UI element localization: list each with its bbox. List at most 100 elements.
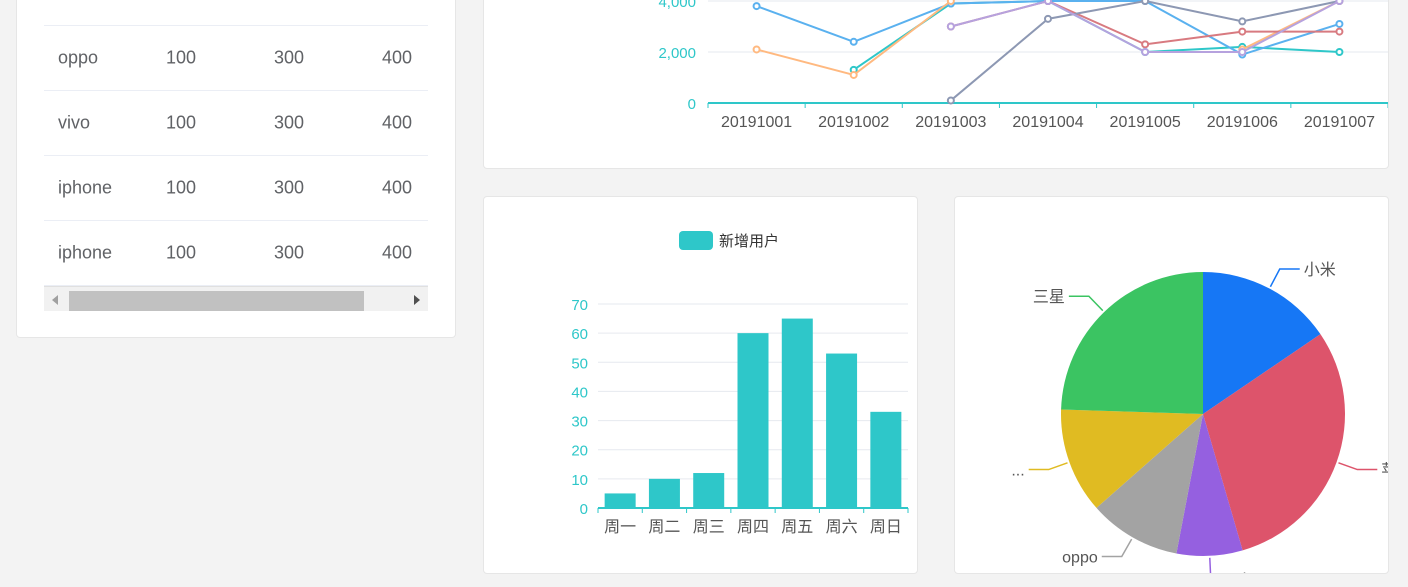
y-tick-label: 30 [571, 414, 588, 431]
y-tick-label: 0 [580, 501, 588, 518]
line-point[interactable] [1044, 0, 1052, 5]
table-horizontal-scrollbar[interactable] [44, 286, 428, 311]
brand-cell: oppo [58, 47, 99, 67]
x-tick-label: 周一 [604, 519, 636, 536]
pie-label: ... [1011, 463, 1024, 480]
line-point[interactable] [1141, 0, 1150, 5]
month-cell: 300 [274, 177, 305, 197]
today-cell: 100 [166, 242, 197, 262]
x-tick-label: 周日 [870, 519, 902, 536]
pie-label-line [1101, 538, 1133, 558]
bar[interactable] [781, 318, 813, 508]
bar-chart: 新增用户 0 10 20 30 40 50 60 70 周一 周二 周三 周四 周五 周六 周日 [571, 231, 909, 536]
x-tick-label: 20191007 [1304, 114, 1375, 131]
line-point[interactable] [849, 70, 858, 79]
line-point[interactable] [1044, 14, 1052, 23]
x-tick-label: 20191005 [1110, 114, 1181, 131]
brand-cell: iphone [58, 242, 113, 262]
line-point[interactable] [946, 22, 955, 31]
line-point[interactable] [1141, 40, 1150, 49]
bar[interactable] [693, 473, 725, 508]
line-point[interactable] [1335, 19, 1344, 28]
line-point[interactable] [1335, 0, 1344, 5]
header-cell [166, 0, 236, 5]
y-tick-label: 2,000 [658, 45, 696, 62]
line-series-4 [950, 0, 1340, 46]
scroll-right-arrow-icon[interactable] [414, 295, 420, 305]
pie-label: 小米 [1304, 261, 1336, 279]
pie-label: 三星 [1033, 289, 1065, 306]
y-tick-label: 0 [688, 96, 696, 113]
today-cell: 100 [166, 177, 197, 197]
x-tick-label: 20191004 [1012, 114, 1083, 131]
x-tick-label: 20191001 [721, 114, 792, 131]
x-tick-label: 周五 [781, 519, 813, 536]
line-point[interactable] [1238, 27, 1247, 36]
header-cell [274, 0, 324, 5]
line-point[interactable] [752, 45, 761, 54]
header-cell [58, 0, 78, 5]
legend-swatch[interactable] [679, 231, 713, 250]
pie-label-line [1028, 462, 1068, 471]
y-tick-label: 4,000 [658, 0, 696, 11]
pie-label-line [1068, 295, 1104, 312]
y-tick-label: 50 [571, 355, 588, 372]
y-tick-label: 20 [571, 443, 588, 460]
table-row: vivo 100 300 400 [44, 90, 428, 156]
line-point[interactable] [1335, 48, 1344, 56]
pie-chart-card: 小米苹 vivo oppo... 三星 [954, 196, 1389, 574]
total-cell: 400 [382, 47, 413, 67]
x-tick-label: 20191006 [1207, 114, 1278, 131]
month-cell: 300 [274, 47, 305, 67]
today-cell: 100 [166, 112, 197, 132]
x-tick-label: 周四 [737, 519, 769, 536]
month-cell: 300 [274, 112, 305, 132]
bar[interactable] [648, 478, 680, 508]
bar[interactable] [826, 353, 858, 508]
bar[interactable] [604, 493, 636, 508]
bar-chart-card: 新增用户 0 10 20 30 40 50 60 70 周一 周二 周三 周四 周五 周六 周日 [483, 196, 918, 574]
x-tick-label: 周二 [648, 519, 680, 536]
scroll-left-arrow-icon[interactable] [52, 295, 58, 305]
line-point[interactable] [946, 96, 955, 105]
y-tick-label: 10 [571, 472, 588, 489]
x-tick-label: 周六 [826, 518, 858, 536]
line-series-1 [853, 0, 1340, 71]
line-point[interactable] [1238, 17, 1247, 26]
phone-table: oppo 100 300 400 vivo 100 300 400 iphone… [44, 0, 428, 291]
x-tick-label: 20191003 [915, 114, 986, 131]
line-point[interactable] [849, 37, 858, 46]
line-point[interactable] [946, 0, 955, 5]
legend-label[interactable]: 新增用户 [719, 233, 779, 250]
pie-label: oppo [1062, 549, 1098, 566]
pie-label: 苹 [1381, 462, 1389, 480]
month-cell: 300 [274, 242, 305, 262]
x-tick-label: 20191002 [818, 114, 889, 131]
table-row: oppo 100 300 400 [44, 25, 428, 91]
pie-label-line [1209, 557, 1212, 573]
pie-slice[interactable] [1061, 272, 1203, 414]
line-point[interactable] [1141, 48, 1150, 56]
total-cell: 400 [382, 177, 413, 197]
line-chart-card: 0 2,000 4,000 20191001 20191002 20191003 20191… [483, 0, 1389, 169]
y-tick-label: 60 [571, 326, 588, 343]
total-cell: 400 [382, 112, 413, 132]
pie-label: vivo [1235, 571, 1264, 574]
header-cell [382, 0, 428, 5]
pie-label-line [1269, 268, 1300, 288]
total-cell: 400 [382, 242, 413, 262]
y-tick-label: 70 [571, 297, 588, 314]
table-row: iphone 100 300 400 [44, 155, 428, 221]
line-point[interactable] [1335, 27, 1344, 36]
phone-table-card: oppo 100 300 400 vivo 100 300 400 iphone… [16, 0, 456, 338]
today-cell: 100 [166, 47, 197, 67]
brand-cell: iphone [58, 177, 113, 197]
pie-chart: 小米苹 vivo oppo... 三星 [1011, 261, 1389, 574]
line-point[interactable] [1238, 48, 1247, 56]
bar[interactable] [870, 411, 902, 508]
scrollbar-thumb[interactable] [69, 291, 364, 311]
table-row: iphone 100 300 400 [44, 220, 428, 286]
bar[interactable] [737, 333, 769, 508]
x-tick-label: 周三 [693, 519, 725, 536]
line-point[interactable] [752, 2, 761, 11]
